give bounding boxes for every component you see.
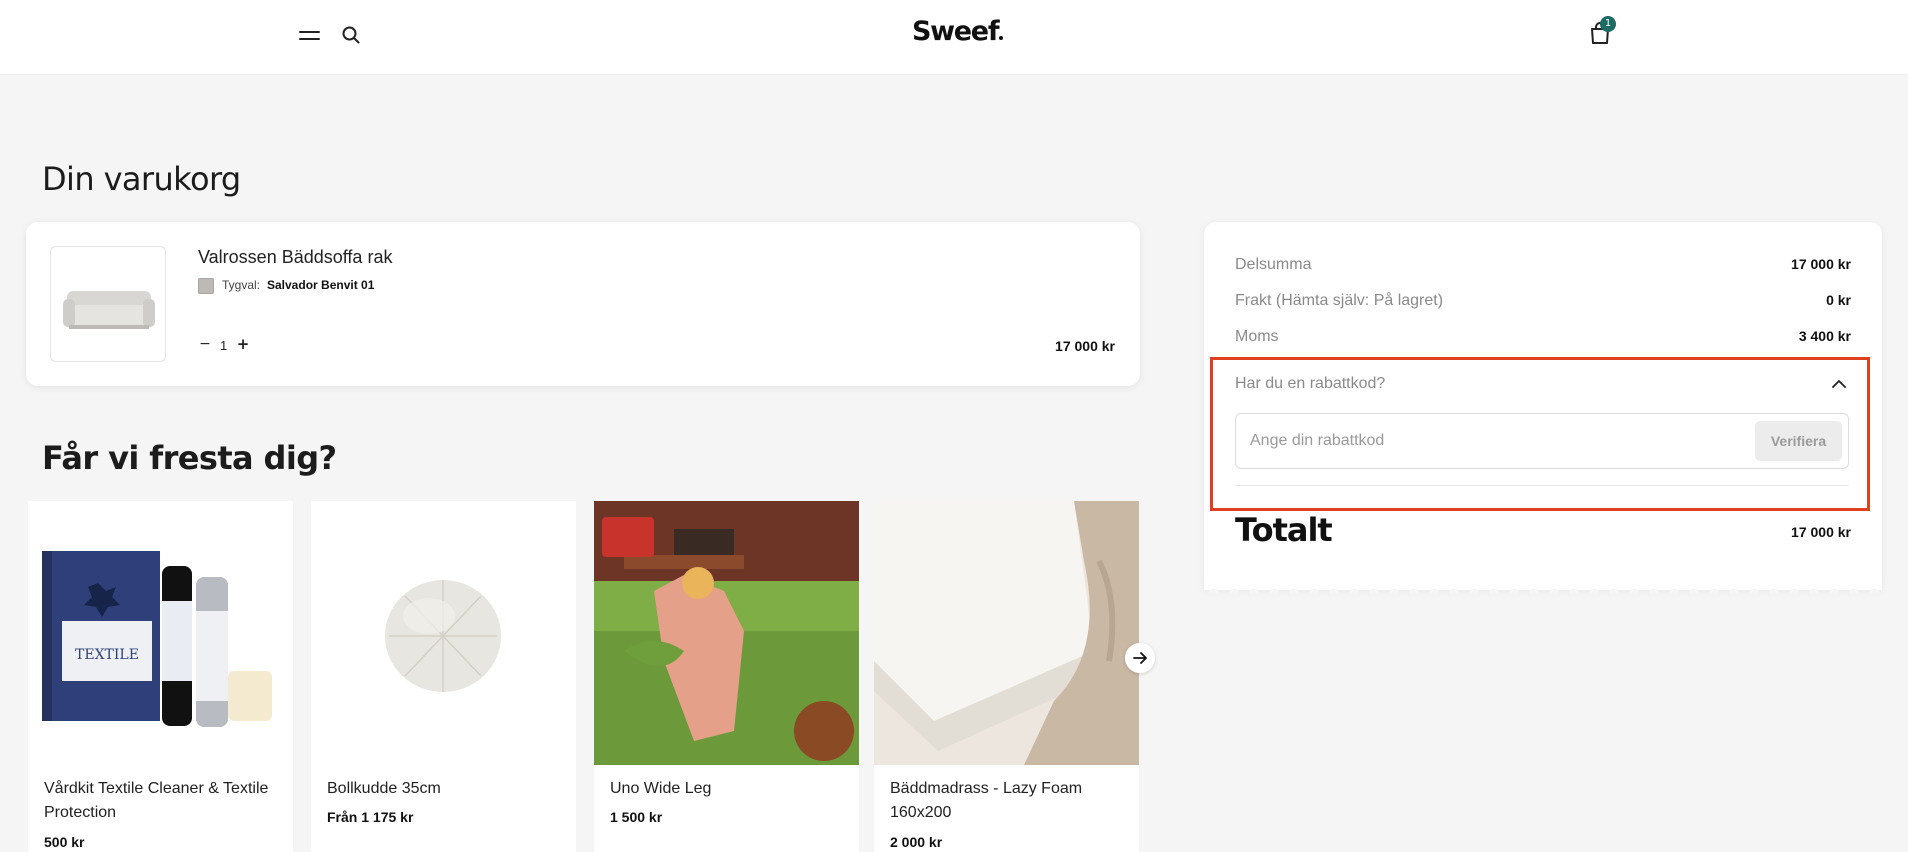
discount-section: Har du en rabattkod? Verifiera	[1210, 357, 1870, 511]
total-value: 17 000 kr	[1791, 524, 1851, 540]
fabric-label: Tygval:	[222, 278, 261, 292]
shipping-value: 0 kr	[1826, 292, 1851, 308]
cart-item-card: Valrossen Bäddsoffa rak Tygval: Salvador…	[26, 222, 1140, 386]
cart-count-badge: 1	[1600, 16, 1616, 32]
menu-icon[interactable]	[299, 27, 321, 43]
product-name: Bäddmadrass - Lazy Foam 160x200	[890, 780, 1083, 821]
fabric-value: Salvador Benvit 01	[267, 278, 375, 292]
product-card[interactable]: Bollkudde 35cm Från 1 175 kr	[311, 501, 576, 852]
discount-code-input[interactable]	[1250, 414, 1730, 468]
product-name: Bollkudde 35cm	[327, 780, 441, 797]
product-name: Uno Wide Leg	[610, 780, 712, 797]
product-name: Vårdkit Textile Cleaner & Textile Protec…	[44, 780, 269, 821]
minus-icon[interactable]: −	[198, 337, 212, 351]
product-price: 500 kr	[44, 834, 85, 850]
vat-label: Moms	[1235, 328, 1279, 345]
product-thumbnail[interactable]	[50, 246, 166, 362]
plus-icon[interactable]: +	[236, 337, 250, 352]
product-price: 1 500 kr	[610, 809, 663, 825]
svg-text:TEXTILE: TEXTILE	[75, 647, 139, 663]
product-image	[874, 501, 1139, 765]
cart-item-price: 17 000 kr	[1055, 338, 1115, 354]
product-price: 2 000 kr	[890, 834, 943, 850]
product-price: Från 1 175 kr	[327, 809, 414, 825]
chevron-up-icon[interactable]	[1831, 378, 1847, 390]
arrow-right-icon[interactable]	[1125, 643, 1155, 673]
shipping-label: Frakt (Hämta själv: På lagret)	[1235, 292, 1444, 309]
fabric-swatch	[198, 278, 214, 294]
cart-item-name[interactable]: Valrossen Bäddsoffa rak	[198, 247, 392, 268]
recommendations-title: Får vi fresta dig?	[42, 439, 337, 477]
logo[interactable]: Sweef	[912, 16, 1004, 47]
sofa-image	[63, 291, 155, 329]
product-image	[594, 501, 859, 765]
quantity-value: 1	[220, 338, 228, 353]
vat-row: Moms 3 400 kr	[1235, 328, 1851, 348]
product-card[interactable]: TEXTILE Vårdkit Textile Cleaner & Textil…	[28, 501, 293, 852]
product-card[interactable]: Uno Wide Leg 1 500 kr	[594, 501, 859, 852]
subtotal-value: 17 000 kr	[1791, 256, 1851, 272]
product-image	[311, 501, 576, 765]
receipt-edge	[1204, 582, 1882, 594]
discount-code-field: Verifiera	[1235, 413, 1849, 469]
shipping-row: Frakt (Hämta själv: På lagret) 0 kr	[1235, 292, 1851, 312]
verify-button[interactable]: Verifiera	[1755, 421, 1842, 461]
product-image: TEXTILE	[28, 501, 293, 765]
site-header: Sweef 1	[0, 0, 1908, 75]
cart-title: Din varukorg	[42, 160, 241, 198]
vat-value: 3 400 kr	[1798, 328, 1851, 344]
total-label: Totalt	[1235, 511, 1333, 549]
subtotal-label: Delsumma	[1235, 256, 1312, 273]
divider	[1235, 485, 1849, 486]
product-card[interactable]: Bäddmadrass - Lazy Foam 160x200 2 000 kr	[874, 501, 1139, 852]
search-icon[interactable]	[340, 24, 362, 46]
subtotal-row: Delsumma 17 000 kr	[1235, 256, 1851, 276]
discount-toggle[interactable]: Har du en rabattkod?	[1235, 375, 1385, 393]
order-summary: Delsumma 17 000 kr Frakt (Hämta själv: P…	[1204, 222, 1882, 590]
